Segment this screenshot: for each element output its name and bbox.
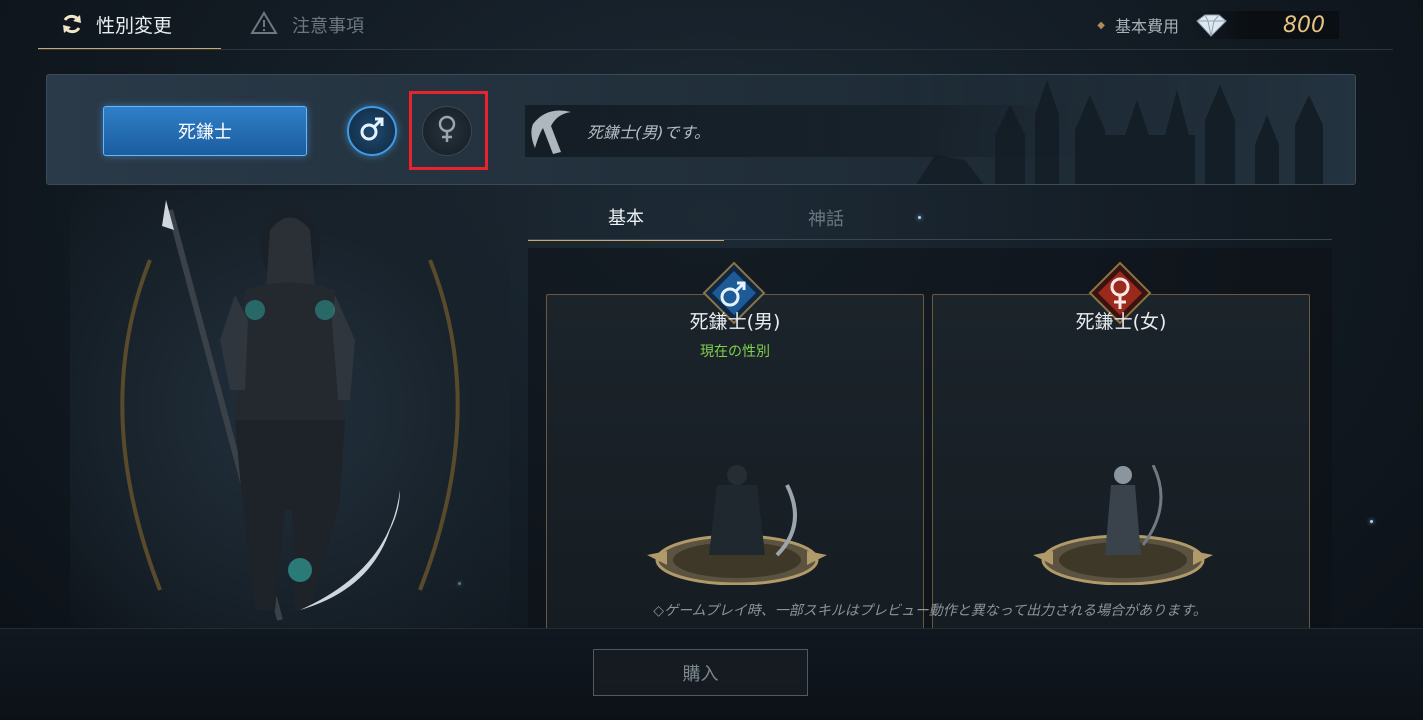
bullet-diamond-icon: ◆ [1097, 19, 1105, 31]
divider [528, 239, 1332, 240]
class-description: 死鎌士(男)です。 [525, 105, 1085, 157]
base-cost: ◆ 基本費用 800 [1039, 10, 1339, 40]
buy-button[interactable]: 購入 [593, 649, 808, 696]
male-model-preview [647, 465, 827, 585]
sub-tabs: 基本 神話 [528, 195, 1332, 241]
gender-comparison-panel: 死鎌士(男) 現在の性別 死鎌士(女) ◇ゲームプレイ時、一部スキルはプレビュー… [528, 248, 1332, 634]
diamond-gem-icon [1193, 13, 1229, 43]
female-model-preview [1033, 465, 1213, 585]
character-preview [70, 190, 510, 630]
tab-notes[interactable]: 注意事項 [250, 0, 364, 50]
warning-icon [250, 10, 278, 40]
cost-box: 800 [1189, 11, 1339, 39]
preview-note: ◇ゲームプレイ時、一部スキルはプレビュー動作と異なって出力される場合があります。 [653, 603, 1207, 619]
male-card-title: 死鎌士(男) [689, 311, 781, 333]
class-panel: 死鎌士 死鎌士(男)です。 [46, 74, 1356, 185]
scythe-class-emblem-icon [527, 104, 579, 162]
sparkle [1370, 520, 1373, 523]
male-toggle-button[interactable] [347, 106, 397, 156]
tab-notes-label: 注意事項 [292, 16, 364, 37]
female-card[interactable]: 死鎌士(女) [932, 261, 1310, 634]
tab-gender-change-label: 性別変更 [96, 14, 173, 37]
female-card-title: 死鎌士(女) [1075, 311, 1167, 333]
refresh-icon [60, 12, 84, 36]
tab-gender-change[interactable]: 性別変更 [38, 0, 221, 50]
tab-basic[interactable]: 基本 [528, 195, 724, 241]
class-description-text: 死鎌士(男)です。 [587, 123, 710, 142]
character-figure [120, 200, 460, 621]
class-button[interactable]: 死鎌士 [103, 106, 307, 156]
divider [38, 49, 1393, 50]
tab-myth[interactable]: 神話 [728, 195, 924, 241]
current-gender-label: 現在の性別 [700, 344, 770, 360]
cost-value: 800 [1283, 12, 1325, 38]
male-card[interactable]: 死鎌士(男) 現在の性別 [546, 261, 924, 634]
base-cost-label: 基本費用 [1114, 17, 1179, 36]
selection-highlight-box [409, 91, 488, 170]
top-bar: 性別変更 注意事項 ◆ 基本費用 800 [0, 0, 1423, 50]
male-icon [358, 115, 386, 147]
